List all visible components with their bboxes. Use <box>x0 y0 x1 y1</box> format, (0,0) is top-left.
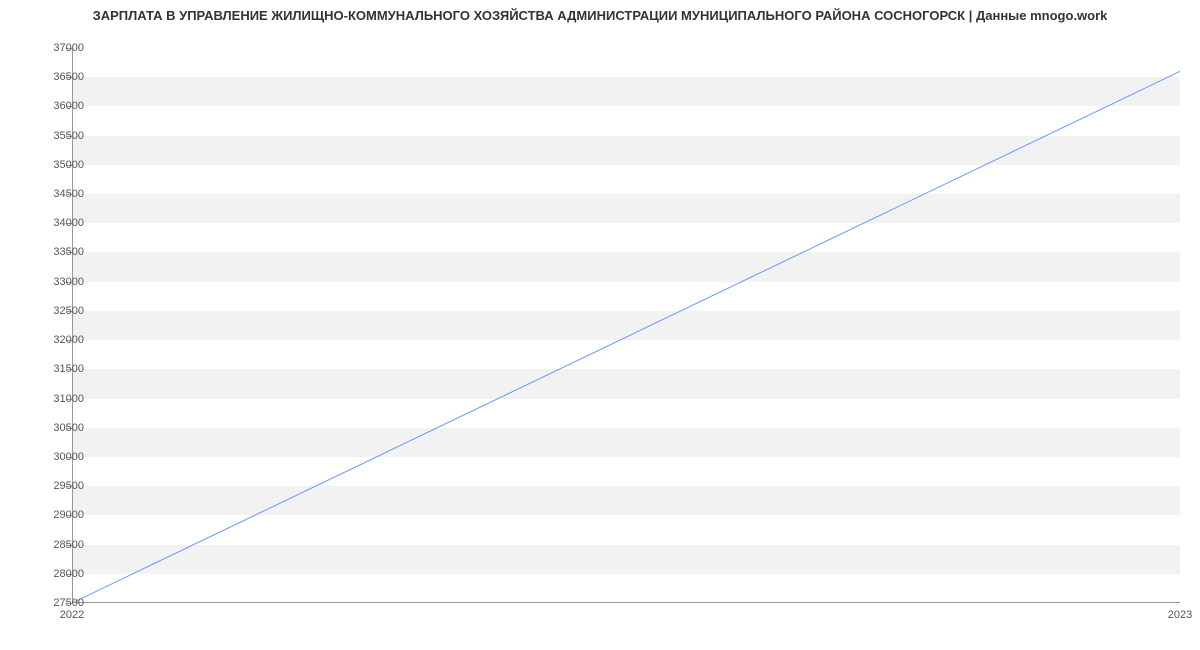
y-axis-label: 28500 <box>53 539 84 551</box>
y-axis-label: 35500 <box>53 130 84 142</box>
line-chart: ЗАРПЛАТА В УПРАВЛЕНИЕ ЖИЛИЩНО-КОММУНАЛЬН… <box>0 0 1200 650</box>
y-axis-label: 34500 <box>53 188 84 200</box>
y-axis-label: 30000 <box>53 451 84 463</box>
y-axis-label: 35000 <box>53 159 84 171</box>
y-axis-label: 27500 <box>53 597 84 609</box>
y-axis-label: 36000 <box>53 100 84 112</box>
y-axis-label: 32500 <box>53 305 84 317</box>
y-axis-label: 33500 <box>53 246 84 258</box>
plot-area <box>72 48 1180 603</box>
y-axis-label: 31000 <box>53 393 84 405</box>
y-axis-label: 29500 <box>53 480 84 492</box>
data-series-line <box>72 48 1180 603</box>
y-axis-label: 31500 <box>53 363 84 375</box>
y-axis-label: 28000 <box>53 568 84 580</box>
y-axis-label: 32000 <box>53 334 84 346</box>
x-axis-label: 2023 <box>1168 609 1192 621</box>
y-axis-label: 37000 <box>53 42 84 54</box>
y-axis-label: 30500 <box>53 422 84 434</box>
y-axis-label: 36500 <box>53 71 84 83</box>
y-axis-label: 29000 <box>53 509 84 521</box>
y-axis-label: 34000 <box>53 217 84 229</box>
x-axis-label: 2022 <box>60 609 84 621</box>
chart-title: ЗАРПЛАТА В УПРАВЛЕНИЕ ЖИЛИЩНО-КОММУНАЛЬН… <box>0 8 1200 23</box>
y-axis-label: 33000 <box>53 276 84 288</box>
